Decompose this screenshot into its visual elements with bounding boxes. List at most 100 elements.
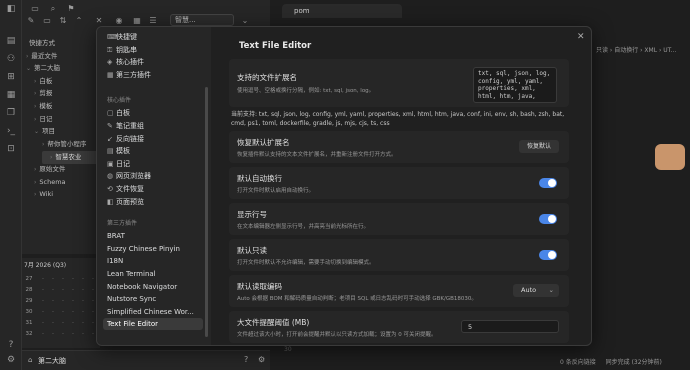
tree-item[interactable]: › 最近文件 (26, 51, 98, 62)
settings-nav-item[interactable]: Nutstore Sync (103, 293, 203, 305)
calendar-day[interactable]: · (58, 298, 68, 304)
settings-nav-item[interactable]: ◈ 核心插件 (103, 56, 203, 68)
calendar-day[interactable]: · (68, 298, 78, 304)
settings-nav-item[interactable]: ✎ 笔记重组 (103, 120, 203, 132)
calendar-day[interactable]: · (78, 287, 88, 293)
tree-item[interactable]: › Wiki (34, 189, 98, 200)
tree-item[interactable]: › 帮你管小程序 (42, 139, 98, 150)
copy-icon[interactable]: ❐ (6, 108, 16, 118)
encoding-select[interactable]: Auto ⌄ (513, 284, 559, 297)
settings-nav-item[interactable]: ⚿ 钥匙串 (103, 44, 203, 56)
vault-switcher[interactable]: ⌂ 第二大脑 ? ⚙ (22, 350, 270, 370)
backlink-count[interactable]: 0 条反向链接 (560, 359, 596, 366)
calendar-day[interactable]: · (48, 298, 58, 304)
restore-default-button[interactable]: 恢复默认 (518, 140, 559, 153)
settings-nav-item[interactable]: I18N (103, 255, 203, 267)
tree-item[interactable]: 快捷方式 (26, 38, 98, 49)
settings-nav-item[interactable]: Fuzzy Chinese Pinyin (103, 243, 203, 255)
tree-item[interactable]: › 原始文件 (34, 164, 98, 175)
calendar-day[interactable]: · (58, 287, 68, 293)
list-icon[interactable]: ☰ (148, 16, 158, 26)
calendar-day[interactable]: · (48, 331, 58, 337)
settings-nav-item[interactable]: Lean Terminal (103, 268, 203, 280)
settings-icon[interactable]: ⚙ (6, 355, 16, 365)
calendar-day[interactable]: · (38, 320, 48, 326)
search-icon[interactable]: ⌕ (48, 4, 58, 14)
settings-nav-item[interactable]: ↙ 反向链接 (103, 133, 203, 145)
calendar-tab-icon[interactable]: ▦ (132, 16, 142, 26)
calendar-day[interactable]: · (38, 276, 48, 282)
calendar-day[interactable]: · (58, 331, 68, 337)
eye-icon[interactable]: ◉ (114, 16, 124, 26)
left-tab[interactable]: 智慧... (170, 14, 234, 26)
help-circle-icon[interactable]: ? (244, 355, 248, 364)
close-icon[interactable]: ✕ (94, 16, 104, 26)
new-folder-icon[interactable]: ▭ (42, 16, 52, 26)
threshold-input[interactable]: 5 (461, 320, 559, 333)
canvas-icon[interactable]: ⊞ (6, 72, 16, 82)
calendar-day[interactable]: · (38, 331, 48, 337)
calendar-day[interactable]: · (68, 276, 78, 282)
sidebar-toggle-icon[interactable]: ◧ (6, 4, 16, 14)
tree-item[interactable]: › Schema (34, 177, 98, 188)
calendar-day[interactable]: · (78, 320, 88, 326)
settings-nav-item[interactable]: ◧ 页面预览 (103, 196, 203, 208)
gear-icon[interactable]: ⚙ (258, 355, 265, 364)
calendar-day[interactable]: · (78, 298, 88, 304)
tree-item[interactable]: › 智慧农业 (42, 151, 98, 165)
terminal-icon[interactable]: ›_ (6, 126, 16, 136)
book-icon[interactable]: ⊡ (6, 144, 16, 154)
calendar-day[interactable]: · (68, 309, 78, 315)
tab-menu-icon[interactable]: ⌄ (240, 16, 250, 26)
settings-nav-item[interactable]: Simplified Chinese Wor... (103, 306, 203, 318)
help-icon[interactable]: ? (6, 340, 16, 350)
close-icon[interactable]: ✕ (577, 32, 585, 42)
calendar-icon[interactable]: ▦ (6, 90, 16, 100)
settings-nav-item[interactable]: ◍ 网页浏览器 (103, 170, 203, 182)
settings-nav-item[interactable]: ▣ 日记 (103, 158, 203, 170)
calendar-day[interactable]: · (78, 276, 88, 282)
settings-nav-item[interactable]: ⌨快捷键 (103, 31, 203, 43)
calendar-day[interactable]: · (58, 320, 68, 326)
sort-icon[interactable]: ⇅ (58, 16, 68, 26)
files-icon[interactable]: ▤ (6, 36, 16, 46)
settings-nav-item[interactable]: ▢ 白板 (103, 107, 203, 119)
settings-nav-item[interactable]: ▦ 第三方插件 (103, 69, 203, 81)
calendar-day[interactable]: · (58, 276, 68, 282)
calendar-day[interactable]: · (58, 309, 68, 315)
settings-nav-item[interactable]: BRAT (103, 230, 203, 242)
calendar-day[interactable]: · (68, 320, 78, 326)
bookmark-icon[interactable]: ⚑ (66, 4, 76, 14)
tree-item[interactable]: ⌄ 项目 (34, 126, 98, 137)
calendar-day[interactable]: · (48, 309, 58, 315)
calendar-day[interactable]: · (48, 287, 58, 293)
new-note-icon[interactable]: ✎ (26, 16, 36, 26)
calendar-day[interactable]: · (38, 298, 48, 304)
settings-nav-item[interactable]: Notebook Navigator (103, 281, 203, 293)
folder-icon[interactable]: ▭ (30, 4, 40, 14)
settings-nav-item[interactable]: ⟲ 文件恢复 (103, 183, 203, 195)
collapse-icon[interactable]: ⌃ (74, 16, 84, 26)
settings-nav-item[interactable]: ▤ 模板 (103, 145, 203, 157)
tree-item[interactable]: › 白板 (34, 76, 98, 87)
calendar-day[interactable]: · (38, 309, 48, 315)
extensions-textarea[interactable]: txt, sql, json, log, config, yml, yaml, … (473, 67, 557, 103)
line-numbers-toggle[interactable] (539, 214, 557, 224)
calendar-day[interactable]: · (78, 331, 88, 337)
settings-nav-item[interactable]: Text File Editor (103, 318, 203, 331)
tree-item[interactable]: › 日记 (34, 114, 98, 125)
readonly-toggle[interactable] (539, 250, 557, 260)
calendar-day[interactable]: · (78, 309, 88, 315)
sidebar-scrollbar[interactable] (205, 87, 208, 337)
editor-tab[interactable]: pom (282, 4, 402, 18)
calendar-day[interactable]: · (68, 287, 78, 293)
tree-item[interactable]: ⌄ 第二大脑 (26, 63, 98, 74)
calendar-day[interactable]: · (48, 320, 58, 326)
calendar-day[interactable]: · (68, 331, 78, 337)
graph-icon[interactable]: ⚇ (6, 54, 16, 64)
tree-item[interactable]: › 剪报 (34, 88, 98, 99)
calendar-day[interactable]: · (48, 276, 58, 282)
sync-status[interactable]: 同步完成 (32分钟前) (606, 359, 662, 366)
calendar-day[interactable]: · (38, 287, 48, 293)
tree-item[interactable]: › 模板 (34, 101, 98, 112)
